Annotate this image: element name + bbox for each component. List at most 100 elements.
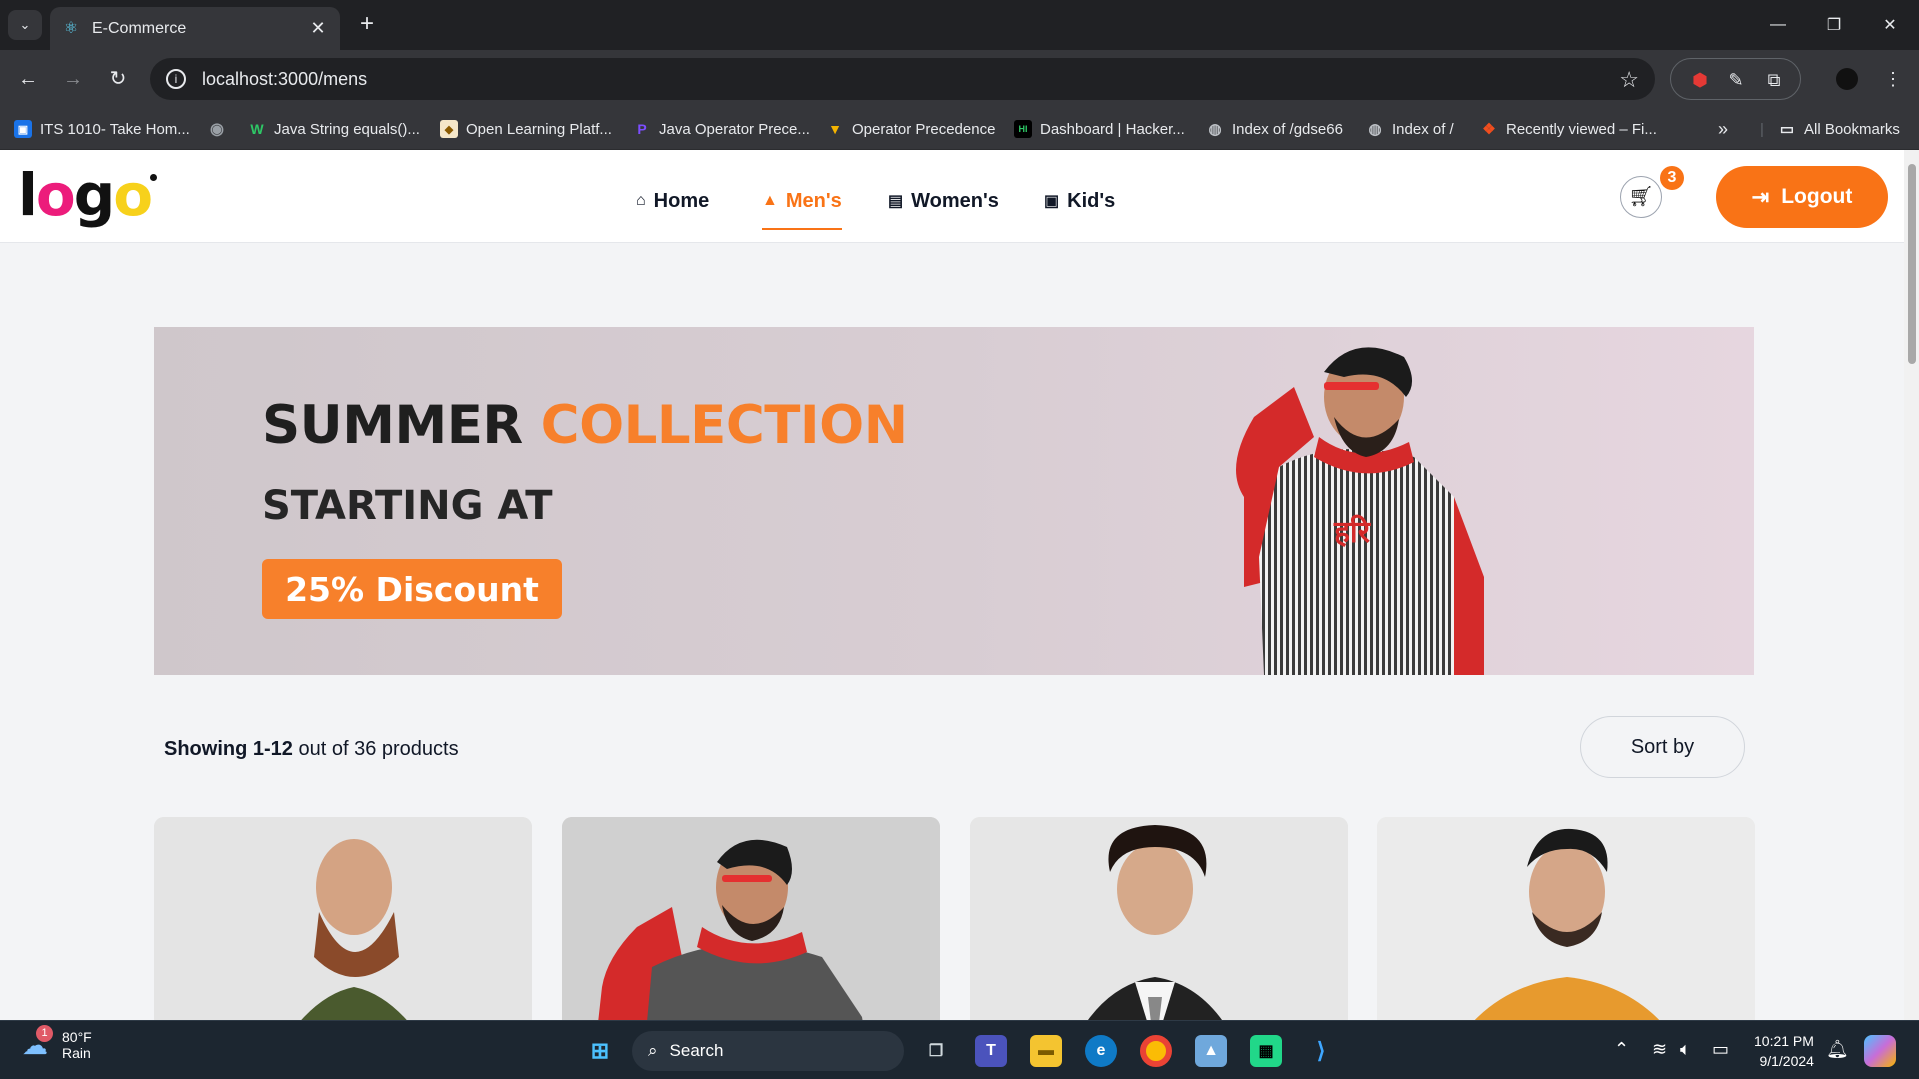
reload-button[interactable]: ↻ [103, 64, 133, 94]
minimize-button[interactable]: — [1750, 0, 1806, 50]
results-count: Showing 1-12 out of 36 products [164, 738, 459, 761]
product-image [1377, 817, 1755, 1020]
discount-button[interactable]: 25% Discount [262, 559, 562, 619]
shirt-print-text: हरि [1333, 514, 1372, 550]
bookmark-item[interactable]: ◉ [208, 118, 234, 140]
promo-banner: SUMMER COLLECTION STARTING AT 25% Discou… [154, 327, 1754, 675]
product-card[interactable] [562, 817, 940, 1020]
nav-home[interactable]: ⌂ Home [636, 186, 709, 216]
logout-label: Logout [1781, 185, 1853, 208]
logo-dot [150, 174, 158, 181]
file-explorer-icon[interactable]: ▬ [1030, 1035, 1062, 1067]
back-button[interactable]: ← [13, 64, 43, 94]
logout-button[interactable]: ⇥ Logout [1716, 166, 1888, 228]
product-card[interactable] [1377, 817, 1755, 1020]
nav-kids[interactable]: ▣ Kid's [1044, 186, 1115, 216]
site-info-icon[interactable]: i [166, 69, 186, 89]
bookmark-item[interactable]: ◆ Open Learning Platf... [440, 118, 612, 140]
nav-label: Men's [785, 189, 842, 212]
globe-icon: ◍ [1368, 121, 1382, 138]
logo-letter: o [35, 161, 76, 229]
puzzle-extensions-icon[interactable]: ⧉ [1763, 69, 1785, 91]
adblock-extension-icon[interactable]: ⬢ [1689, 69, 1711, 91]
bookmark-label: Java String equals()... [274, 120, 420, 138]
tab-title: E-Commerce [92, 19, 187, 37]
chrome-icon[interactable] [1140, 1035, 1172, 1067]
product-card[interactable] [970, 817, 1348, 1020]
browser-tab[interactable]: ⚛ E-Commerce ✕ [50, 7, 340, 50]
banner-model-image: हरि [1236, 347, 1484, 675]
pycharm-icon[interactable]: ▦ [1250, 1035, 1282, 1067]
nav-mens[interactable]: ▲ Men's [762, 186, 842, 230]
nav-womens[interactable]: ▤ Women's [888, 186, 999, 216]
wifi-icon[interactable]: ≋ [1652, 1039, 1667, 1060]
bookmark-star-icon[interactable]: ☆ [1619, 67, 1639, 93]
close-window-button[interactable]: ✕ [1862, 0, 1918, 50]
show-hidden-icons[interactable]: ⌃ [1614, 1039, 1629, 1060]
bookmark-item[interactable]: HI Dashboard | Hacker... [1014, 118, 1185, 140]
shapes-icon: ▲ [762, 192, 778, 209]
cart-button[interactable]: 🛒︎ [1620, 176, 1662, 218]
taskbar-clock[interactable]: 10:21 PM 9/1/2024 [1754, 1031, 1814, 1071]
tab-search-button[interactable]: ⌄ [8, 10, 42, 40]
banner-headline-part: SUMMER [262, 395, 523, 456]
task-view-icon[interactable]: ❐ [920, 1035, 952, 1067]
product-image [562, 817, 940, 1020]
new-tab-button[interactable]: + [352, 10, 382, 40]
bookmark-item[interactable]: W Java String equals()... [248, 118, 420, 140]
bookmark-label: ITS 1010- Take Hom... [40, 120, 190, 138]
battery-icon[interactable]: ▭ [1712, 1039, 1729, 1060]
page-scrollbar[interactable] [1904, 150, 1919, 1020]
product-image [154, 817, 532, 1020]
photos-icon[interactable]: ▲ [1195, 1035, 1227, 1067]
os-taskbar: ☁ 1 80°F Rain ⊞ ⌕ Search ❐ T ▬ e ▲ ▦ ⟩ ⌃ … [0, 1020, 1919, 1079]
banner-headline: SUMMER COLLECTION [262, 395, 908, 456]
sort-by-dropdown[interactable]: Sort by [1580, 716, 1745, 778]
product-image [970, 817, 1348, 1020]
chevron-down-icon: ⌄ [19, 17, 31, 32]
restore-button[interactable]: ❐ [1806, 0, 1862, 50]
profile-avatar[interactable] [1836, 68, 1858, 90]
weather-widget[interactable]: ☁ 1 80°F Rain [22, 1025, 92, 1061]
logo-letter: g [73, 161, 116, 229]
start-button[interactable]: ⊞ [584, 1035, 616, 1067]
volume-icon[interactable]: 🔈︎ [1680, 1039, 1691, 1060]
id-card-icon: ▣ [1044, 193, 1060, 210]
folder-icon: ▭ [1779, 121, 1795, 138]
notification-bell-icon[interactable]: 🔔︎ [1826, 1039, 1849, 1060]
bookmark-item[interactable]: ❖ Recently viewed – Fi... [1480, 118, 1657, 140]
all-bookmarks-button[interactable]: ▭ All Bookmarks [1778, 118, 1900, 140]
more-bookmarks-button[interactable]: » [1718, 118, 1728, 140]
crest-icon: ◆ [440, 120, 458, 138]
nav-label: Women's [911, 189, 999, 212]
copilot-icon[interactable] [1864, 1035, 1896, 1067]
vscode-icon[interactable]: ⟩ [1305, 1035, 1337, 1067]
bookmark-item[interactable]: ▼ Operator Precedence [826, 118, 995, 140]
taskbar-search[interactable]: ⌕ Search [632, 1031, 904, 1071]
weather-temperature: 80°F [62, 1029, 92, 1045]
bookmark-item[interactable]: ▣ ITS 1010- Take Hom... [14, 118, 190, 140]
more-menu-icon[interactable]: ⋮ [1882, 68, 1904, 90]
forward-button[interactable]: → [58, 64, 88, 94]
github-icon: ◉ [210, 121, 224, 138]
all-bookmarks-label: All Bookmarks [1804, 120, 1900, 138]
bookmark-item[interactable]: P Java Operator Prece... [633, 118, 810, 140]
home-icon: ⌂ [636, 192, 646, 209]
cart-count-badge: 3 [1660, 166, 1684, 190]
bookmark-item[interactable]: ◍ Index of /gdse66 [1206, 118, 1343, 140]
product-card[interactable] [154, 817, 532, 1020]
edge-icon[interactable]: e [1085, 1035, 1117, 1067]
bookmark-label: Recently viewed – Fi... [1506, 120, 1657, 138]
bookmark-item[interactable]: ◍ Index of / [1366, 118, 1453, 140]
rain-cloud-icon: ☁ 1 [22, 1025, 54, 1061]
bookmark-label: Index of /gdse66 [1232, 120, 1343, 138]
eyedropper-extension-icon[interactable]: ✎ [1725, 69, 1747, 91]
teams-icon[interactable]: T [975, 1035, 1007, 1067]
close-tab-icon[interactable]: ✕ [308, 18, 328, 39]
site-logo[interactable]: logo [18, 166, 158, 224]
scrollbar-thumb[interactable] [1908, 164, 1916, 364]
bookmark-label: Java Operator Prece... [659, 120, 810, 138]
globe-icon: ◍ [1208, 121, 1222, 138]
address-bar[interactable]: i localhost:3000/mens ☆ [150, 58, 1655, 100]
search-label: Search [669, 1041, 724, 1060]
